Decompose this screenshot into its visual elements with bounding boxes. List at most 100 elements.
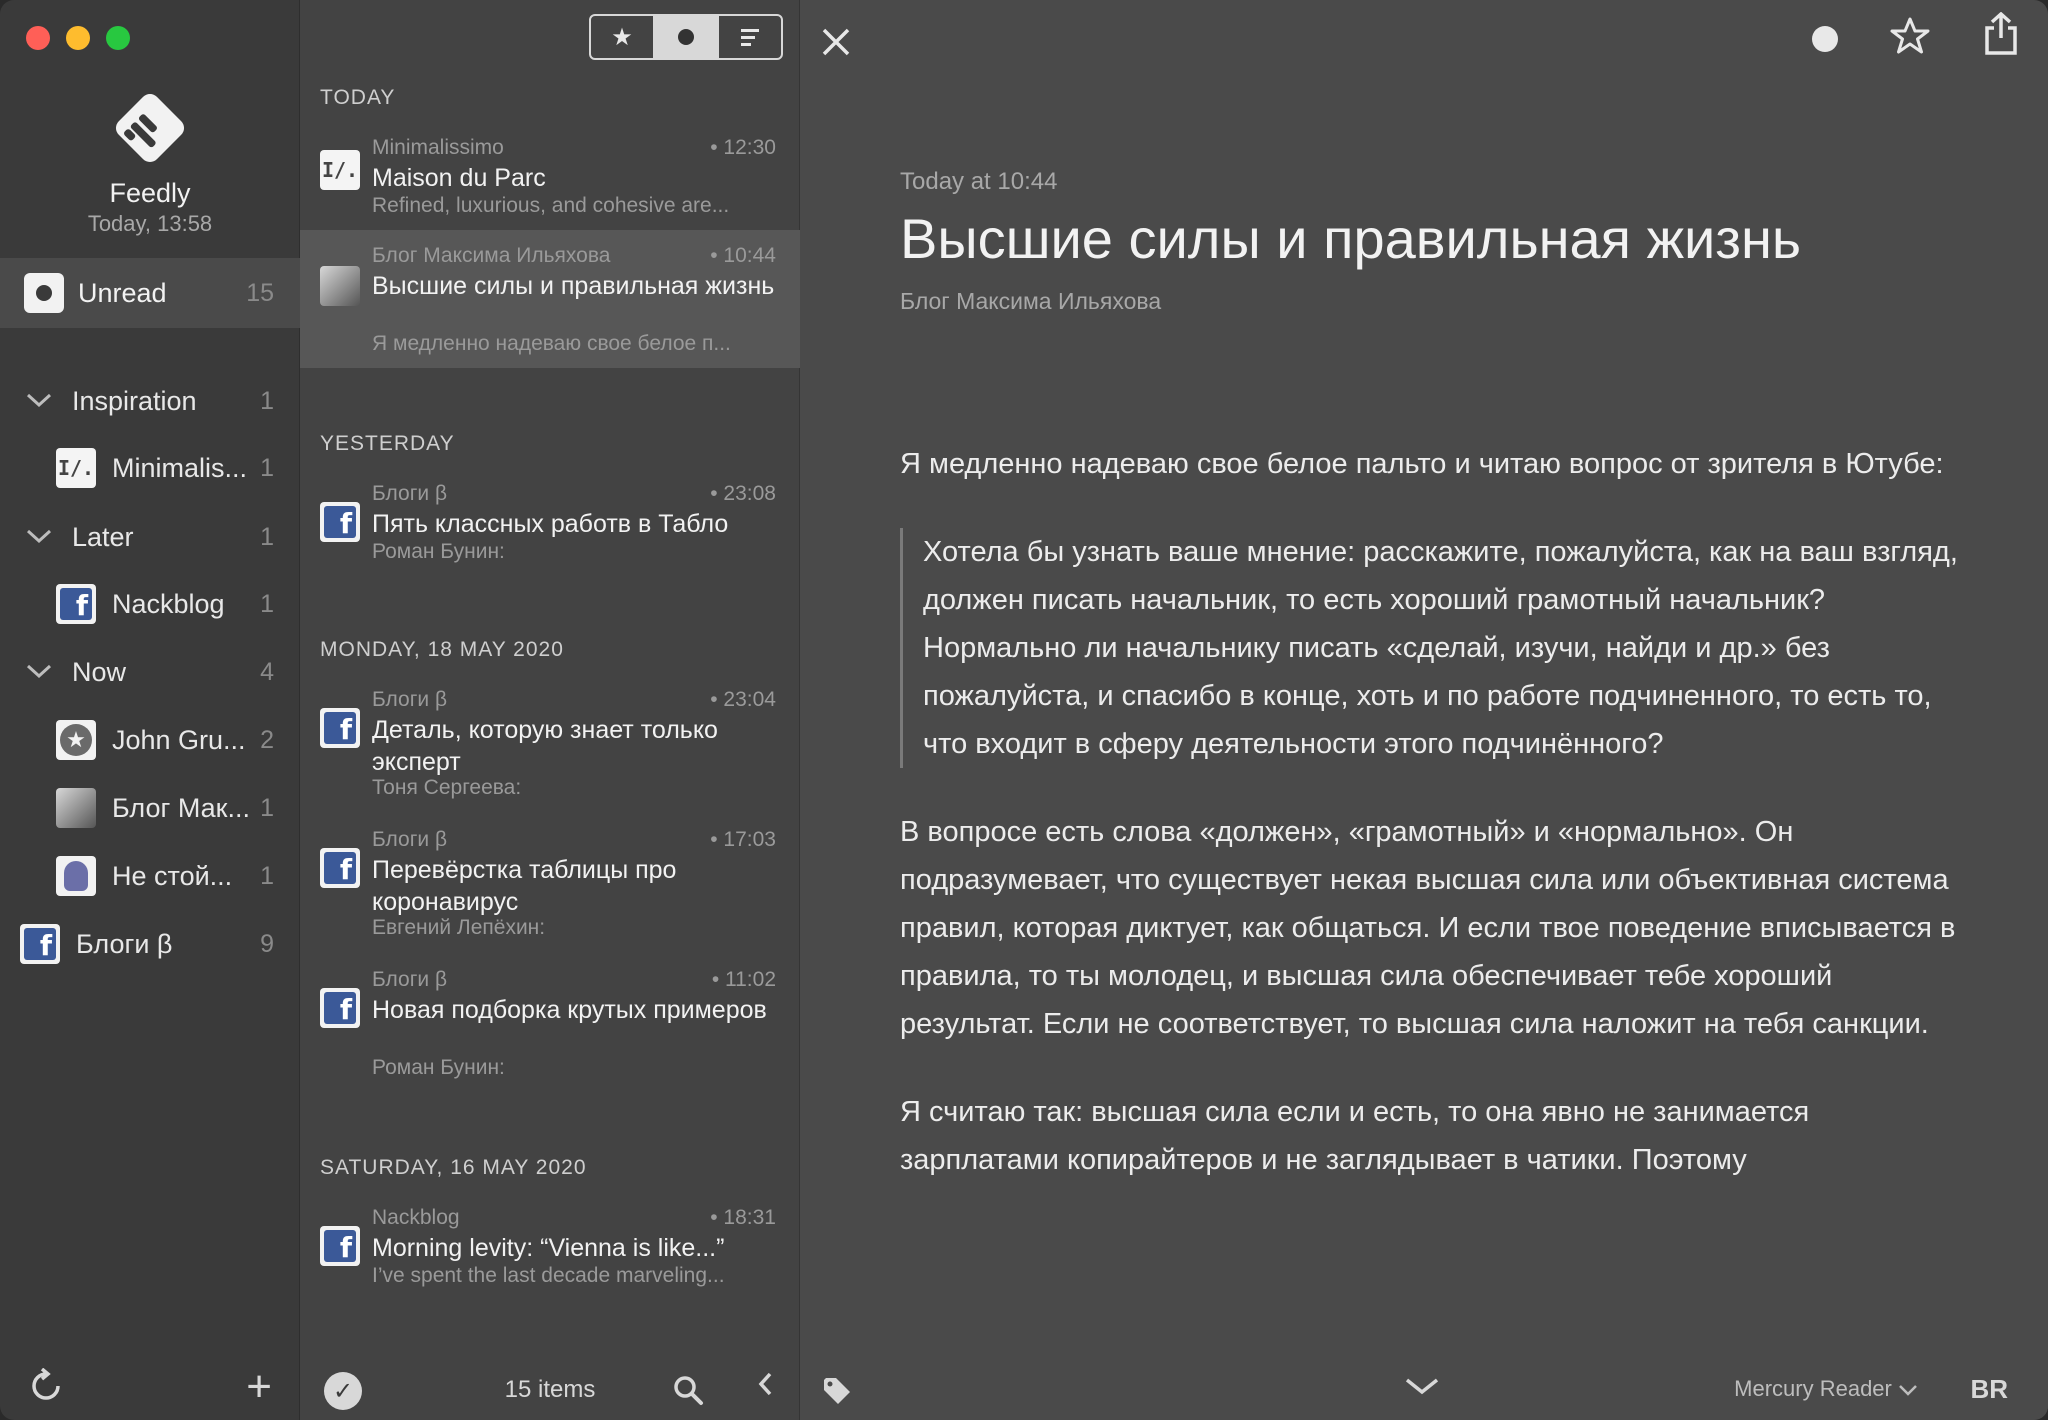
person-icon: [56, 856, 96, 896]
article-body: Я медленно надеваю свое белое пальто и ч…: [900, 440, 1960, 1224]
article-source: Minimalissimo: [372, 136, 504, 159]
facebook-icon: f: [320, 1226, 360, 1266]
article-quote: Хотела бы узнать ваше мнение: расскажите…: [900, 528, 1960, 768]
sidebar-feed-ne-stoy[interactable]: Не стой... 1: [0, 850, 300, 902]
search-icon[interactable]: [672, 1374, 704, 1411]
sidebar-feed-blogi-beta[interactable]: f Блоги β 9: [0, 918, 300, 970]
starred-filter-button[interactable]: ★: [591, 16, 653, 58]
article-title: Перевёрстка таблицы про коронавирус: [372, 856, 677, 916]
star-icon: ★: [611, 23, 633, 51]
list-toolbar: ✓ 15 items: [300, 1356, 800, 1420]
group-header: MONDAY, 18 MAY 2020: [320, 638, 564, 661]
sidebar-feed-nackblog[interactable]: f Nackblog 1: [0, 578, 300, 630]
view-mode-dropdown[interactable]: Mercury Reader: [1734, 1376, 1918, 1402]
chevron-left-icon[interactable]: [756, 1368, 776, 1408]
article-title: Пять классных работв в Табло: [372, 510, 729, 538]
article-row[interactable]: f Блоги β • 11:02 Новая подборка крутых …: [300, 960, 800, 1090]
chevron-down-icon: [1899, 1385, 1917, 1396]
sidebar-category-later[interactable]: Later 1: [0, 511, 300, 563]
chevron-down-icon[interactable]: [26, 659, 56, 685]
item-count: 2: [260, 725, 274, 754]
view-mode-label: Mercury Reader: [1734, 1376, 1892, 1401]
unread-count: 15: [246, 278, 274, 307]
reader-pane: Today at 10:44 Высшие силы и правильная …: [800, 0, 2048, 1420]
article-title: Morning levity: “Vienna is like...”: [372, 1234, 725, 1262]
item-count: 1: [260, 793, 274, 822]
group-header: YESTERDAY: [320, 432, 455, 455]
refresh-icon[interactable]: [28, 1367, 64, 1413]
sidebar-item-label: John Gru...: [112, 724, 246, 755]
share-icon[interactable]: [1984, 11, 2018, 61]
dot-icon: [678, 29, 694, 45]
sidebar-feed-john-gruber[interactable]: ★ John Gru... 2: [0, 714, 300, 766]
article-time: • 18:31: [710, 1206, 776, 1229]
tag-icon[interactable]: [822, 1376, 852, 1411]
sidebar-category-now[interactable]: Now 4: [0, 646, 300, 698]
minimalissimo-icon: I/.: [320, 150, 360, 190]
unread-filter-button[interactable]: [653, 16, 717, 58]
article-snippet: Евгений Лепёхин:: [372, 916, 546, 939]
star-badge-icon: ★: [56, 720, 96, 760]
article-source: Nackblog: [372, 1206, 460, 1229]
avatar-photo-icon: [320, 266, 360, 306]
article-row-selected[interactable]: Блог Максима Ильяхова • 10:44 Высшие сил…: [300, 230, 800, 368]
chevron-down-icon[interactable]: [26, 388, 56, 414]
group-header: TODAY: [320, 86, 396, 109]
article-source: Блог Максима Ильяхова: [372, 244, 611, 267]
article-snippet: Тоня Сергеева:: [372, 776, 522, 799]
reader-toolbar: Mercury Reader BR: [800, 1356, 2048, 1420]
list-lines-icon: [741, 28, 759, 46]
facebook-icon: f: [320, 502, 360, 542]
add-feed-button[interactable]: +: [246, 1362, 272, 1412]
sidebar-category-inspiration[interactable]: Inspiration 1: [0, 375, 300, 427]
unread-icon: [24, 273, 64, 313]
item-count: 1: [260, 589, 274, 618]
close-window-button[interactable]: [26, 26, 50, 50]
article-row[interactable]: f Блоги β • 23:08 Пять классных работв в…: [300, 474, 800, 570]
sidebar-feed-maxim-blog[interactable]: Блог Мак... 1: [0, 782, 300, 834]
sidebar-item-unread[interactable]: Unread 15: [0, 258, 300, 328]
article-time: • 10:44: [710, 244, 776, 267]
article-row[interactable]: f Блоги β • 17:03 Перевёрстка таблицы пр…: [300, 820, 800, 950]
br-button[interactable]: BR: [1970, 1374, 2008, 1405]
sidebar-toolbar: +: [0, 1356, 300, 1420]
close-icon[interactable]: [820, 10, 852, 68]
article-row[interactable]: f Nackblog • 18:31 Morning levity: “Vien…: [300, 1198, 800, 1294]
article-snippet: Роман Бунин:: [372, 540, 505, 563]
chevron-down-icon[interactable]: [1404, 1370, 1440, 1404]
article-source: Блоги β: [372, 828, 448, 851]
article-row[interactable]: I/. Minimalissimo • 12:30 Maison du Parc…: [300, 128, 800, 224]
minimalissimo-icon: I/.: [56, 448, 96, 488]
article-source: Блоги β: [372, 968, 448, 991]
sidebar-item-label: Блог Мак...: [112, 792, 250, 823]
article-title: Деталь, которую знает только эксперт: [372, 716, 718, 776]
article-title: Maison du Parc: [372, 164, 546, 192]
sidebar-item-label: Inspiration: [72, 385, 197, 416]
article-title: Высшие силы и правильная жизнь: [372, 272, 775, 300]
article-row[interactable]: f Блоги β • 23:04 Деталь, которую знает …: [300, 680, 800, 810]
zoom-window-button[interactable]: [106, 26, 130, 50]
article-source-link[interactable]: Блог Максима Ильяхова: [900, 288, 1161, 315]
mark-unread-button[interactable]: [1812, 26, 1838, 52]
article-date: Today at 10:44: [900, 168, 1058, 195]
article-time: • 23:04: [710, 688, 776, 711]
chevron-down-icon[interactable]: [26, 524, 56, 550]
article-snippet: Я медленно надеваю свое белое п...: [372, 332, 731, 355]
article-paragraph: В вопросе есть слова «должен», «грамотны…: [900, 816, 1956, 1040]
group-header: SATURDAY, 16 MAY 2020: [320, 1156, 587, 1179]
minimize-window-button[interactable]: [66, 26, 90, 50]
article-snippet: I’ve spent the last decade marveling...: [372, 1264, 725, 1287]
article-time: • 23:08: [710, 482, 776, 505]
all-filter-button[interactable]: [717, 16, 781, 58]
last-sync-time: Today, 13:58: [87, 211, 213, 236]
article-heading: Высшие силы и правильная жизнь: [900, 207, 1802, 270]
items-count: 15 items: [504, 1376, 596, 1403]
article-snippet: Роман Бунин:: [372, 1056, 505, 1079]
article-time: • 11:02: [711, 968, 776, 991]
account-header[interactable]: Feedly Today, 13:58: [0, 80, 300, 237]
star-icon[interactable]: [1890, 10, 1930, 66]
article-title: Новая подборка крутых примеров: [372, 996, 767, 1024]
sidebar-feed-minimalissimo[interactable]: I/. Minimalis... 1: [0, 442, 300, 494]
article-source: Блоги β: [372, 688, 448, 711]
sidebar-item-label: Nackblog: [112, 588, 225, 619]
